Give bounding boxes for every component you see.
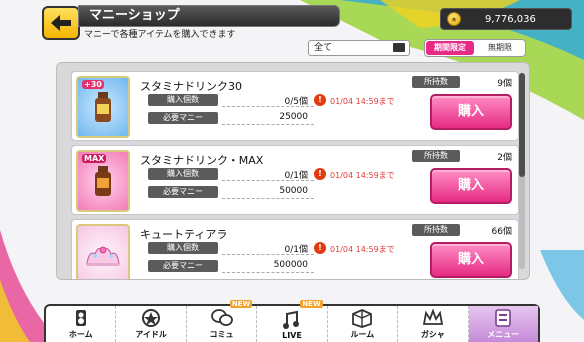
deadline-text: 01/04 14:59まで — [330, 97, 395, 106]
item-badge: MAX — [82, 154, 107, 163]
cost-label: 必要マニー — [148, 260, 218, 272]
buy-button[interactable]: 購入 — [430, 168, 512, 204]
nav-item-idol[interactable]: アイドル — [116, 306, 187, 342]
divider — [222, 272, 314, 273]
idol-icon — [142, 309, 161, 327]
home-icon — [75, 310, 86, 326]
item-list: +30 スタミナドリンク30 購入個数 0/5個 ! 01/04 14:59まで… — [56, 62, 530, 280]
bottom-nav: ホーム アイドル NEW コミュ NEW LIVE ルーム ガシャ メニュー — [44, 300, 540, 342]
nav-item-gacha[interactable]: ガシャ — [398, 306, 469, 342]
period-toggle: 期間限定 無期限 — [424, 39, 526, 57]
nav-label: ルーム — [350, 330, 375, 339]
owned-label: 所持数 — [412, 150, 460, 162]
cost-label: 必要マニー — [148, 186, 218, 198]
back-button[interactable] — [42, 6, 80, 40]
category-filter-value: 全て — [314, 43, 333, 53]
list-item: キュートティアラ 購入個数 0/1個 ! 01/04 14:59まで 必要マニー… — [71, 219, 519, 279]
owned-value: 9個 — [497, 79, 512, 89]
divider — [222, 106, 314, 107]
buy-button[interactable]: 購入 — [430, 94, 512, 130]
nav-item-menu[interactable]: メニュー — [468, 306, 538, 342]
gacha-icon — [422, 308, 443, 325]
buy-button[interactable]: 購入 — [430, 242, 512, 278]
category-filter[interactable]: 全て — [308, 40, 410, 56]
page-title: マニーショップ — [78, 5, 340, 27]
item-name: スタミナドリンク・MAX — [140, 154, 264, 167]
buy-count-label: 購入個数 — [148, 242, 218, 254]
toggle-unlimited[interactable]: 無期限 — [476, 41, 524, 55]
buy-count-label: 購入個数 — [148, 94, 218, 106]
money-amount: 9,776,036 — [485, 13, 536, 25]
list-item: MAX スタミナドリンク・MAX 購入個数 0/1個 ! 01/04 14:59… — [71, 145, 519, 215]
back-arrow-icon — [51, 15, 71, 31]
new-badge: NEW — [300, 300, 323, 308]
owned-value: 66個 — [491, 227, 512, 237]
cost-value: 500000 — [273, 260, 308, 270]
alert-icon: ! — [314, 242, 326, 254]
divider — [222, 254, 314, 255]
item-badge: +30 — [82, 80, 104, 89]
item-thumbnail — [76, 224, 130, 279]
item-name: キュートティアラ — [140, 228, 228, 241]
new-badge: NEW — [229, 300, 253, 308]
cost-value: 50000 — [279, 186, 308, 196]
room-icon — [352, 309, 373, 328]
divider — [222, 198, 314, 199]
nav-item-room[interactable]: ルーム — [328, 306, 399, 342]
nav-label: LIVE — [282, 331, 302, 340]
owned-label: 所持数 — [412, 76, 460, 88]
item-thumbnail: MAX — [76, 150, 130, 212]
deadline-text: 01/04 14:59まで — [330, 245, 395, 254]
scrollbar-thumb[interactable] — [519, 73, 525, 177]
drink-bottle-icon — [95, 92, 111, 122]
divider — [222, 124, 314, 125]
commu-icon — [210, 309, 233, 326]
scrollbar[interactable] — [519, 73, 525, 269]
menu-icon — [495, 309, 512, 327]
buy-count-label: 購入個数 — [148, 168, 218, 180]
alert-icon: ! — [314, 168, 326, 180]
nav-item-live[interactable]: NEW LIVE — [257, 300, 328, 342]
alert-icon: ! — [314, 94, 326, 106]
item-thumbnail: +30 — [76, 76, 130, 138]
drink-bottle-icon — [95, 166, 111, 196]
toggle-limited[interactable]: 期間限定 — [426, 41, 474, 55]
owned-label: 所持数 — [412, 224, 460, 236]
dropdown-icon — [393, 43, 405, 52]
nav-label: ガシャ — [420, 330, 445, 339]
money-display: ★ 9,776,036 — [440, 8, 572, 30]
page-subtitle: マニーで各種アイテムを購入できます — [84, 30, 236, 40]
owned-value: 2個 — [497, 153, 512, 163]
cost-value: 25000 — [279, 112, 308, 122]
nav-label: ホーム — [68, 330, 93, 339]
coin-icon: ★ — [447, 12, 461, 26]
nav-item-commu[interactable]: NEW コミュ — [187, 300, 258, 342]
item-name: スタミナドリンク30 — [140, 80, 242, 93]
divider — [222, 180, 314, 181]
tiara-icon — [86, 246, 120, 266]
live-icon — [282, 310, 299, 329]
cost-label: 必要マニー — [148, 112, 218, 124]
nav-label: メニュー — [487, 330, 520, 339]
nav-item-home[interactable]: ホーム — [46, 306, 117, 342]
list-item: +30 スタミナドリンク30 購入個数 0/5個 ! 01/04 14:59まで… — [71, 71, 519, 141]
nav-label: アイドル — [135, 330, 167, 339]
deadline-text: 01/04 14:59まで — [330, 171, 395, 180]
nav-label: コミュ — [209, 330, 234, 339]
